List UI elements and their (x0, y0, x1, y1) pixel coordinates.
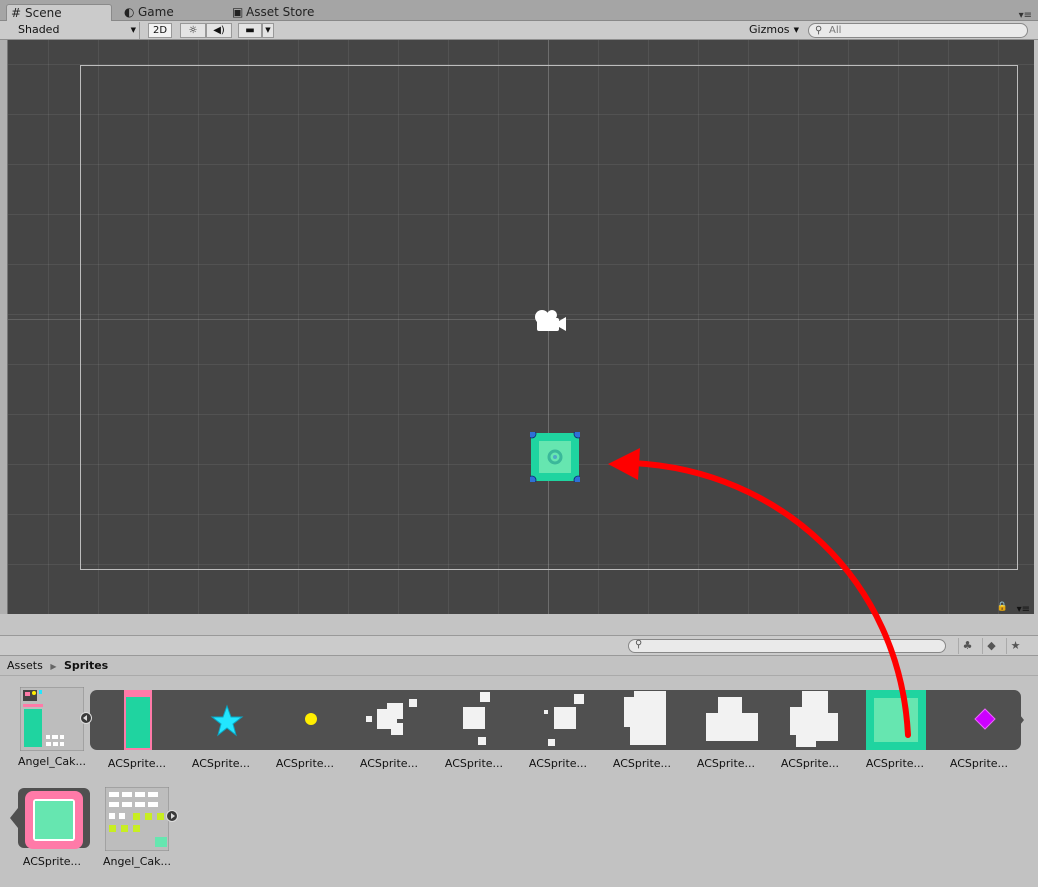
filter-by-type-icon[interactable]: ♣ (958, 638, 976, 654)
asset-tile[interactable]: Angel_Cak... (99, 787, 175, 877)
sprite-thumbnail (124, 690, 152, 750)
asset-label: ACSprite... (444, 757, 504, 770)
asset-tile[interactable]: ACSprite... (267, 689, 343, 779)
pacman-icon: ◐ (124, 5, 135, 19)
asset-tile-dragged[interactable]: ACSprite... (857, 689, 933, 779)
asset-label: ACSprite... (191, 757, 251, 770)
gizmos-label: Gizmos (749, 23, 790, 36)
scene-viewport[interactable] (8, 40, 1034, 614)
gizmos-dropdown[interactable]: Gizmos ▼ (746, 23, 802, 38)
sprite-sheet-thumbnail (105, 787, 169, 851)
asset-label: ACSprite... (22, 855, 82, 868)
dot-sprite-thumbnail (305, 713, 317, 725)
store-icon: ▣ (232, 5, 244, 19)
asset-label: Angel_Cak... (17, 755, 87, 768)
lighting-toggle-icon[interactable]: ☼ (180, 23, 206, 38)
sprite-sheet-thumbnail (20, 687, 84, 751)
effects-toggle-icon[interactable]: ▬ (238, 23, 262, 38)
asset-tile[interactable]: ACSprite... (14, 787, 90, 877)
tab-asset-store-label: Asset Store (246, 5, 315, 19)
star-sprite-thumbnail (210, 704, 244, 737)
scene-search-placeholder: All (829, 25, 842, 36)
caret-down-icon: ▼ (130, 26, 136, 34)
asset-tile[interactable]: ACSprite... (941, 689, 1017, 779)
toggle-2d-button[interactable]: 2D (148, 23, 172, 38)
asset-tile[interactable]: ACSprite... (351, 689, 427, 779)
asset-tile[interactable]: ACSprite... (772, 689, 848, 779)
favorites-star-icon[interactable]: ★ (1006, 638, 1024, 654)
asset-tile[interactable]: Angel_Cak... (14, 687, 90, 777)
tab-scene[interactable]: # Scene (6, 4, 112, 22)
asset-tile[interactable]: ACSprite... (520, 689, 596, 779)
tab-game[interactable]: ◐ Game (120, 4, 174, 22)
search-icon: ⚲ (815, 25, 823, 36)
caret-down-icon: ▼ (793, 26, 799, 34)
lock-icon[interactable]: 🔒 (997, 602, 1008, 612)
diamond-sprite-thumbnail (974, 708, 996, 730)
tab-scene-label: Scene (25, 6, 62, 20)
camera-icon[interactable] (528, 304, 570, 336)
shading-mode-label: Shaded (18, 23, 60, 36)
asset-label: ACSprite... (612, 757, 672, 770)
blocks-sprite-thumbnail (366, 699, 417, 735)
asset-label: ACSprite... (107, 757, 167, 770)
breadcrumb-sprites[interactable]: Sprites (64, 659, 108, 672)
left-panel-edge (0, 40, 8, 614)
tab-game-label: Game (138, 5, 174, 19)
audio-toggle-icon[interactable]: ◀) (206, 23, 232, 38)
breadcrumb-separator-icon: ▶ (50, 662, 57, 671)
unity-editor: # Scene ◐ Game ▣ Asset Store ▾≡ Shaded ▼… (0, 0, 1038, 887)
tab-asset-store[interactable]: ▣ Asset Store (228, 4, 314, 22)
blocks-sprite-thumbnail (790, 691, 838, 747)
project-toolbar: ⚲ ♣ ◆ ★ (0, 636, 1038, 656)
effects-dropdown-icon[interactable]: ▼ (262, 23, 274, 38)
blocks-sprite-thumbnail (544, 694, 584, 746)
panel-divider[interactable]: 🔒 ▾≡ (0, 602, 1038, 636)
asset-label: ACSprite... (780, 757, 840, 770)
scene-toolbar: Shaded ▼ 2D ☼ ◀) ▬ ▼ Gizmos ▼ ⚲ All (0, 21, 1038, 40)
blocks-sprite-thumbnail (463, 692, 490, 745)
tab-bar: # Scene ◐ Game ▣ Asset Store ▾≡ (0, 0, 1038, 22)
filter-by-label-icon[interactable]: ◆ (982, 638, 1000, 654)
asset-label: ACSprite... (949, 757, 1009, 770)
breadcrumb-assets[interactable]: Assets (7, 659, 43, 672)
asset-tile[interactable]: ACSprite... (436, 689, 512, 779)
scene-search-input[interactable]: ⚲ All (808, 23, 1028, 38)
collapse-arrow-icon[interactable] (80, 712, 92, 724)
asset-label: ACSprite... (696, 757, 756, 770)
strip-end-arrow (1016, 710, 1024, 730)
asset-tile[interactable]: ACSprite... (688, 689, 764, 779)
project-search-input[interactable]: ⚲ (628, 639, 946, 653)
asset-tile[interactable]: ACSprite... (183, 689, 259, 779)
breadcrumb: Assets ▶ Sprites (0, 656, 1038, 676)
asset-label: ACSprite... (359, 757, 419, 770)
asset-label: Angel_Cak... (102, 855, 172, 868)
asset-tile[interactable]: ACSprite... (99, 689, 175, 779)
teal-square-sprite-thumbnail (866, 690, 926, 750)
grid-icon: # (11, 6, 22, 20)
blocks-sprite-thumbnail (624, 691, 666, 745)
pink-frame-sprite-thumbnail (25, 791, 83, 849)
asset-label: ACSprite... (275, 757, 335, 770)
selected-sprite[interactable] (530, 432, 580, 482)
panel-menu-icon[interactable]: ▾≡ (1017, 604, 1030, 615)
panel-menu-icon[interactable]: ▾≡ (1019, 10, 1032, 21)
expand-arrow-icon[interactable] (166, 810, 178, 822)
asset-label: ACSprite... (528, 757, 588, 770)
search-icon: ⚲ (635, 639, 643, 650)
blocks-sprite-thumbnail (706, 697, 758, 741)
asset-tile[interactable]: ACSprite... (604, 689, 680, 779)
asset-label: ACSprite... (865, 757, 925, 770)
shading-mode-dropdown[interactable]: Shaded ▼ (12, 22, 140, 39)
